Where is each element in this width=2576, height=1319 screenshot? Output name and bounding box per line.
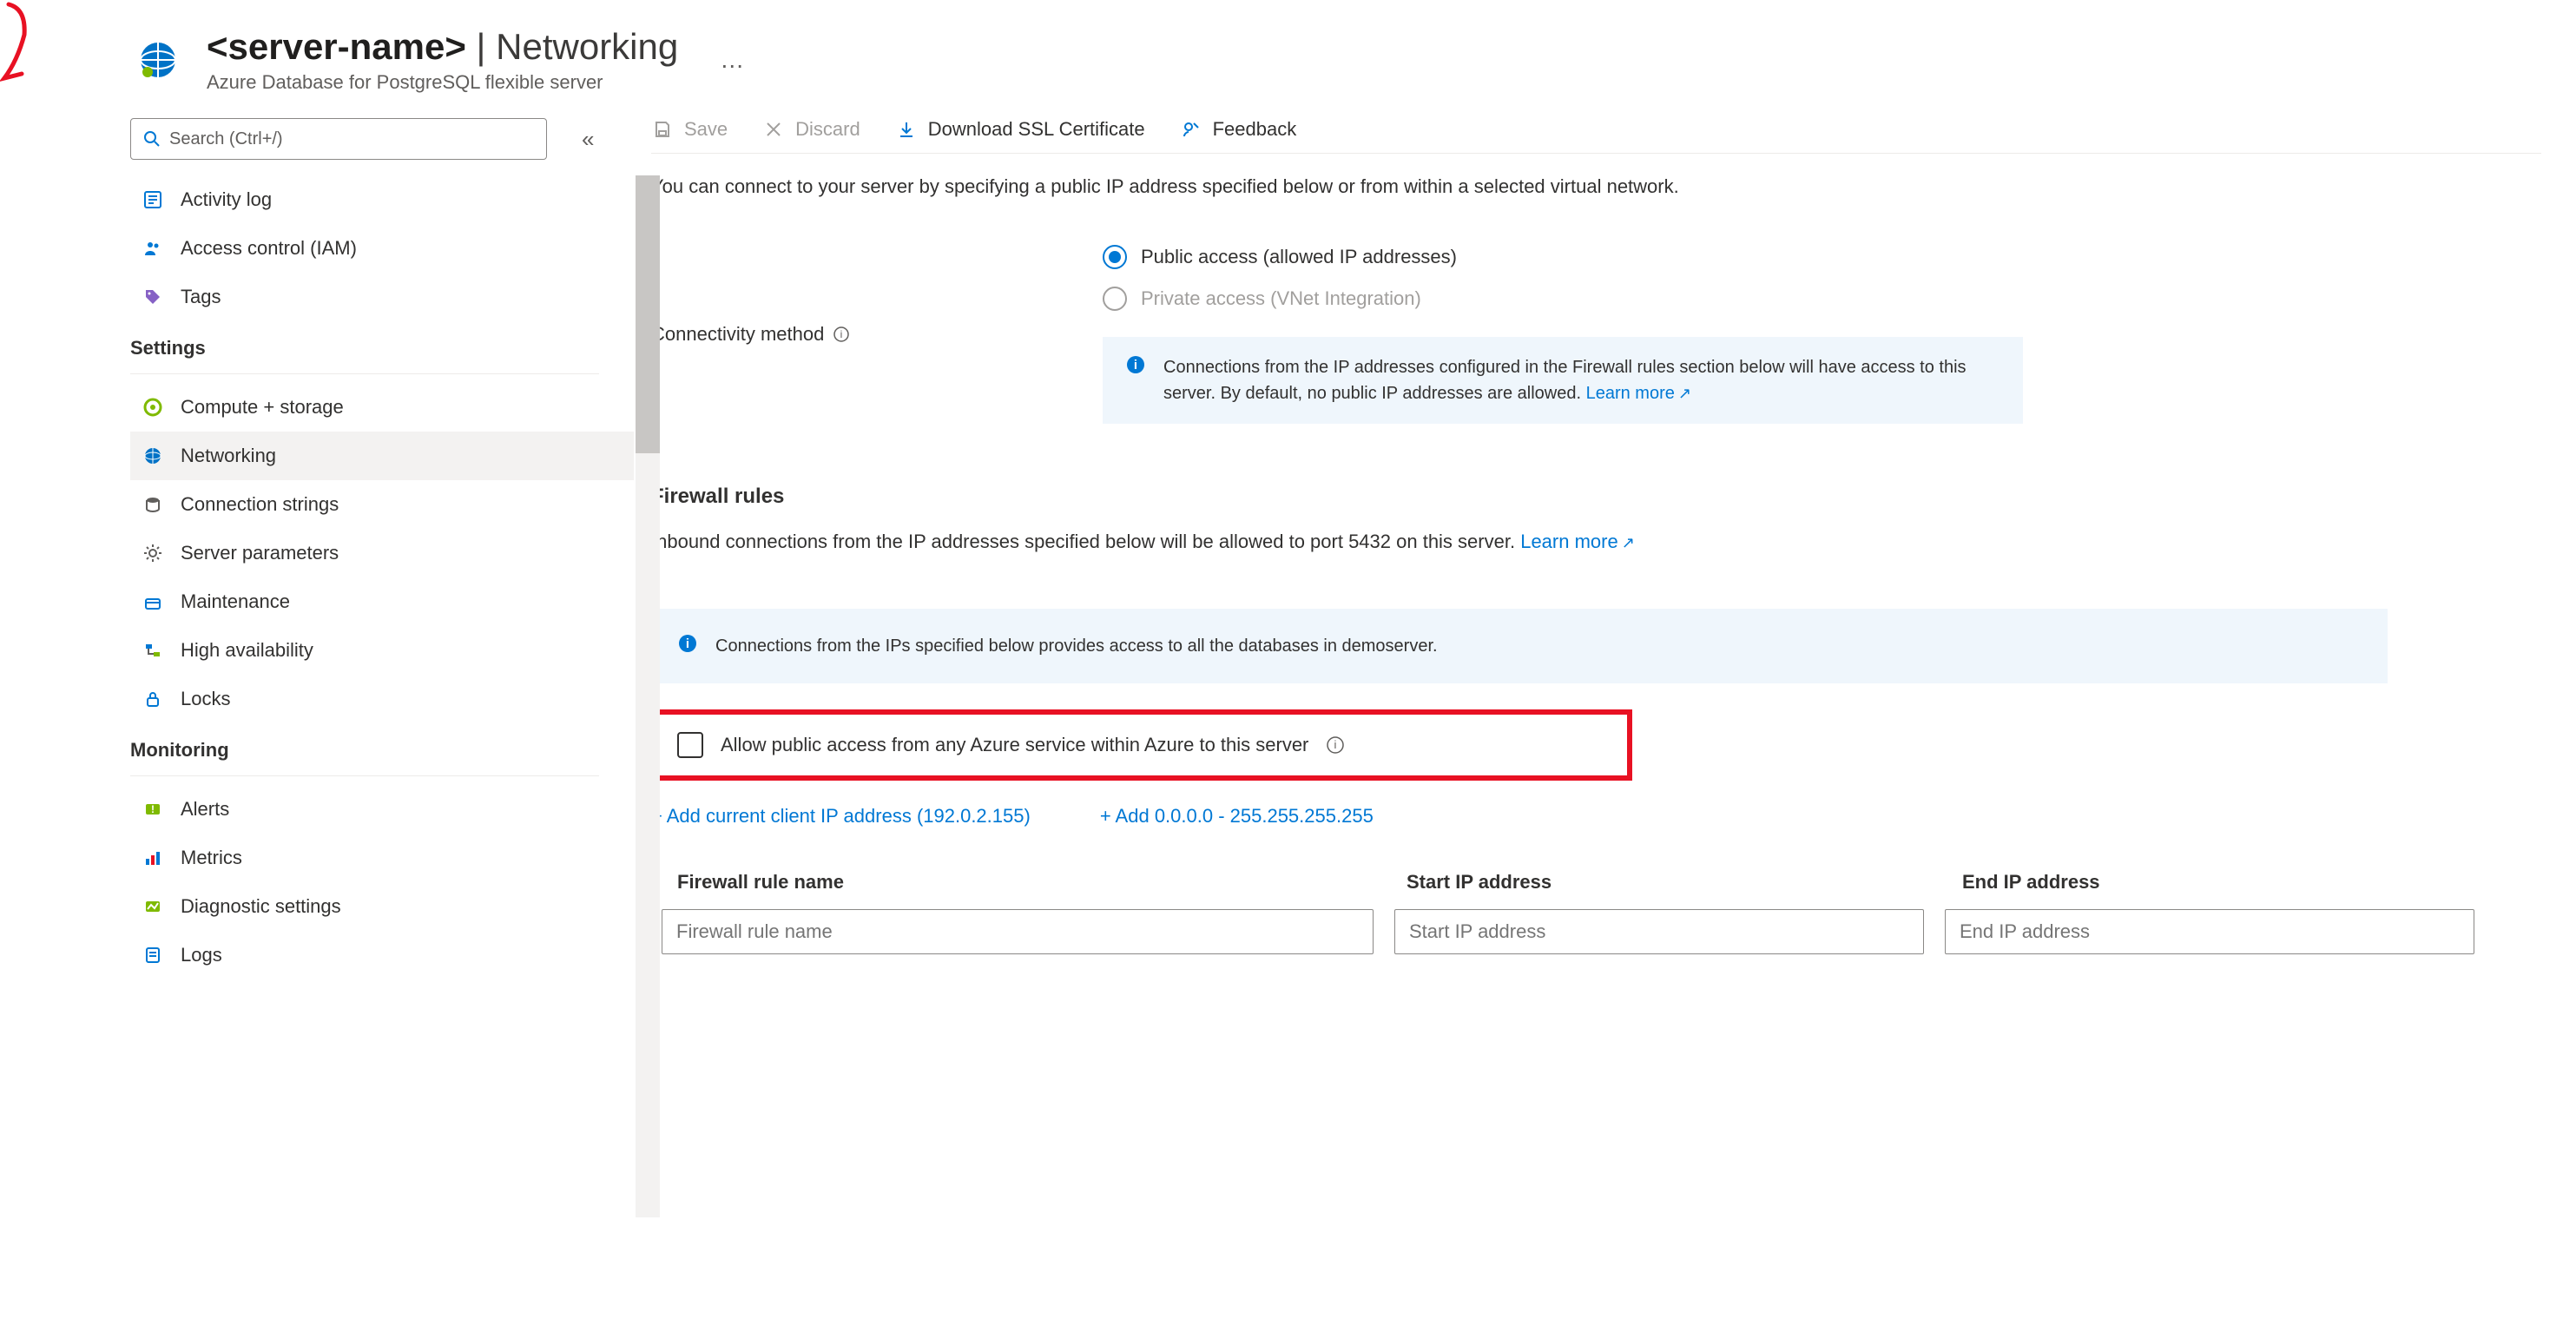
sidebar-item-label: Logs xyxy=(181,944,222,966)
compute-icon xyxy=(141,395,165,419)
radio-public-access[interactable]: Public access (allowed IP addresses) xyxy=(1103,245,2023,269)
info-box-databases-note: i Connections from the IPs specified bel… xyxy=(651,609,2388,683)
resource-icon xyxy=(130,32,186,88)
networking-icon xyxy=(141,444,165,468)
sidebar-item-alerts[interactable]: ! Alerts xyxy=(130,785,634,834)
sidebar-item-label: Alerts xyxy=(181,798,229,821)
sidebar-item-label: Connection strings xyxy=(181,493,339,516)
collapse-sidebar-button[interactable]: « xyxy=(582,126,594,153)
svg-text:i: i xyxy=(686,636,689,651)
allow-azure-checkbox[interactable] xyxy=(677,732,703,758)
sidebar-item-logs[interactable]: Logs xyxy=(130,931,634,979)
sidebar-item-networking[interactable]: Networking xyxy=(130,432,634,480)
sidebar-item-label: Diagnostic settings xyxy=(181,895,341,918)
radio-private-access: Private access (VNet Integration) xyxy=(1103,287,2023,311)
search-icon xyxy=(143,130,161,148)
sidebar-scrollbar[interactable] xyxy=(636,175,660,1217)
page-title: <server-name> | Networking xyxy=(207,26,678,68)
sidebar-item-activity-log[interactable]: Activity log xyxy=(130,175,634,224)
discard-button[interactable]: Discard xyxy=(762,118,860,141)
sidebar-group-settings: Settings xyxy=(130,337,634,359)
sidebar-item-access-control[interactable]: Access control (IAM) xyxy=(130,224,634,273)
gear-icon xyxy=(141,541,165,565)
diag-icon xyxy=(141,894,165,919)
col-header-start-ip: Start IP address xyxy=(1407,871,1962,894)
sidebar-item-label: Compute + storage xyxy=(181,396,344,419)
sidebar-item-label: Tags xyxy=(181,286,221,308)
annotation-scribble xyxy=(0,0,78,96)
svg-text:i: i xyxy=(1134,358,1137,373)
add-all-ip-link[interactable]: + Add 0.0.0.0 - 255.255.255.255 xyxy=(1100,805,1374,828)
sidebar-item-metrics[interactable]: Metrics xyxy=(130,834,634,882)
col-header-end-ip: End IP address xyxy=(1962,871,2518,894)
firewall-rules-desc: Inbound connections from the IP addresse… xyxy=(651,526,2541,557)
sidebar-item-compute-storage[interactable]: Compute + storage xyxy=(130,383,634,432)
sidebar-item-tags[interactable]: Tags xyxy=(130,273,634,321)
info-icon: i xyxy=(1125,354,1148,377)
sidebar-item-high-availability[interactable]: High availability xyxy=(130,626,634,675)
firewall-rule-name-input[interactable] xyxy=(662,909,1374,954)
info-icon[interactable]: i xyxy=(833,326,850,343)
firewall-table-row xyxy=(651,909,2541,954)
sidebar-item-label: Locks xyxy=(181,688,230,710)
sidebar-item-label: Metrics xyxy=(181,847,242,869)
save-button[interactable]: Save xyxy=(651,118,728,141)
firewall-table-header: Firewall rule name Start IP address End … xyxy=(651,871,2541,894)
info-icon: i xyxy=(677,633,700,656)
allow-azure-services-row: Allow public access from any Azure servi… xyxy=(651,709,1632,781)
sidebar-item-diagnostic-settings[interactable]: Diagnostic settings xyxy=(130,882,634,931)
sidebar-item-label: Activity log xyxy=(181,188,272,211)
page-subtitle: Azure Database for PostgreSQL flexible s… xyxy=(207,71,678,94)
activity-log-icon xyxy=(141,188,165,212)
firewall-rules-heading: Firewall rules xyxy=(651,485,2541,509)
start-ip-input[interactable] xyxy=(1394,909,1924,954)
svg-text:i: i xyxy=(1334,738,1337,751)
sidebar-item-connection-strings[interactable]: Connection strings xyxy=(130,480,634,529)
download-ssl-button[interactable]: Download SSL Certificate xyxy=(895,118,1145,141)
search-input[interactable]: Search (Ctrl+/) xyxy=(130,118,547,160)
sidebar-item-locks[interactable]: Locks xyxy=(130,675,634,723)
learn-more-link[interactable]: Learn more xyxy=(1586,384,1691,403)
discard-icon xyxy=(762,118,785,141)
info-box-firewall-note: i Connections from the IP addresses conf… xyxy=(1103,337,2023,424)
toolbar: Save Discard Download SSL Certificate Fe… xyxy=(651,118,2541,154)
svg-text:!: ! xyxy=(151,803,155,815)
ha-icon xyxy=(141,638,165,663)
maintenance-icon xyxy=(141,590,165,614)
connection-icon xyxy=(141,492,165,517)
save-icon xyxy=(651,118,674,141)
sidebar-group-monitoring: Monitoring xyxy=(130,739,634,762)
sidebar-item-maintenance[interactable]: Maintenance xyxy=(130,577,634,626)
svg-text:i: i xyxy=(840,328,843,340)
sidebar-item-label: High availability xyxy=(181,639,313,662)
alerts-icon: ! xyxy=(141,797,165,821)
col-header-name: Firewall rule name xyxy=(677,871,1407,894)
download-icon xyxy=(895,118,918,141)
sidebar-item-label: Networking xyxy=(181,445,276,467)
info-icon[interactable]: i xyxy=(1326,735,1345,755)
sidebar-item-label: Server parameters xyxy=(181,542,339,564)
learn-more-link[interactable]: Learn more xyxy=(1520,531,1635,552)
allow-azure-label: Allow public access from any Azure servi… xyxy=(721,734,1308,756)
end-ip-input[interactable] xyxy=(1945,909,2474,954)
title-more-button[interactable]: … xyxy=(720,46,746,74)
sidebar-item-label: Maintenance xyxy=(181,590,290,613)
logs-icon xyxy=(141,943,165,967)
tags-icon xyxy=(141,285,165,309)
feedback-icon xyxy=(1180,118,1202,141)
sidebar-item-server-parameters[interactable]: Server parameters xyxy=(130,529,634,577)
connectivity-label: Connectivity method i xyxy=(651,245,1033,424)
people-icon xyxy=(141,236,165,261)
sidebar-item-label: Access control (IAM) xyxy=(181,237,357,260)
metrics-icon xyxy=(141,846,165,870)
intro-text: You can connect to your server by specif… xyxy=(651,171,2541,201)
locks-icon xyxy=(141,687,165,711)
add-client-ip-link[interactable]: + Add current client IP address (192.0.2… xyxy=(651,805,1031,828)
feedback-button[interactable]: Feedback xyxy=(1180,118,1297,141)
connectivity-radio-group: Public access (allowed IP addresses) Pri… xyxy=(1103,245,2023,311)
